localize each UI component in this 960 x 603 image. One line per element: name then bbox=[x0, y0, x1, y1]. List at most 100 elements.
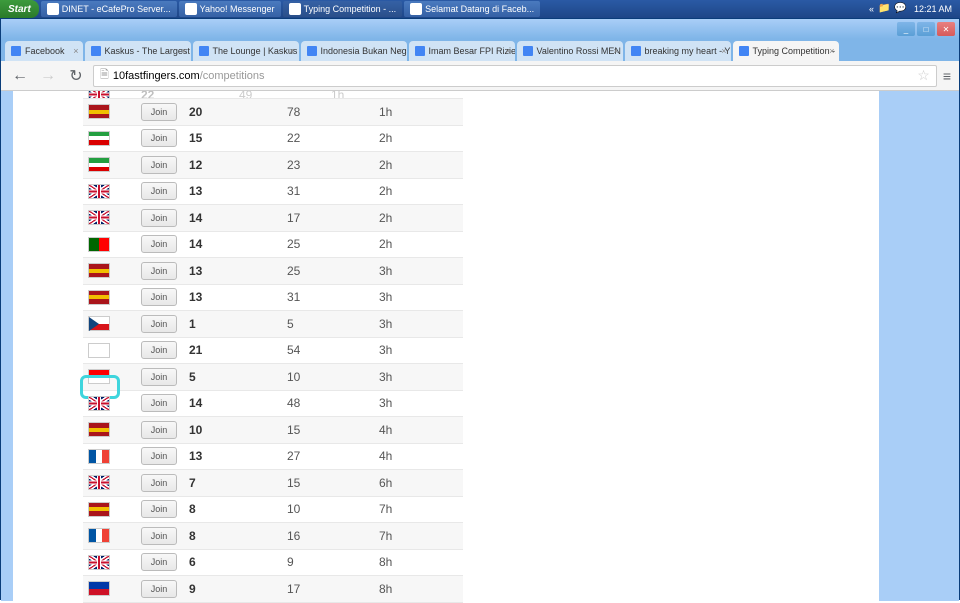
time-value: 3h bbox=[379, 343, 429, 357]
url-bar[interactable]: 🗎 10fastfingers.com/competitions ☆ bbox=[93, 65, 937, 87]
browser-tab[interactable]: The Lounge | Kaskus× bbox=[193, 41, 299, 61]
join-button[interactable]: Join bbox=[141, 394, 177, 412]
back-button[interactable]: ← bbox=[9, 65, 31, 87]
window-titlebar[interactable]: _ □ ✕ bbox=[1, 19, 959, 39]
time-value: 2h bbox=[379, 158, 429, 172]
uk-flag-icon bbox=[88, 210, 110, 225]
taskbar-label: Selamat Datang di Faceb... bbox=[425, 4, 534, 14]
app-icon bbox=[410, 3, 422, 15]
join-button[interactable]: Join bbox=[141, 421, 177, 439]
chrome-window: _ □ ✕ Facebook×Kaskus - The Largest×The … bbox=[0, 18, 960, 600]
join-button[interactable]: Join bbox=[141, 182, 177, 200]
flag-cell bbox=[83, 581, 141, 596]
tab-close-icon[interactable]: × bbox=[73, 46, 78, 56]
participants-value: 13 bbox=[189, 264, 287, 278]
join-cell: Join bbox=[141, 103, 189, 121]
competition-row: Join20781h bbox=[83, 99, 463, 126]
competition-row: Join10154h bbox=[83, 417, 463, 444]
tests-value: 22 bbox=[287, 131, 379, 145]
es-flag-icon bbox=[88, 263, 110, 278]
join-button[interactable]: Join bbox=[141, 500, 177, 518]
tab-close-icon[interactable]: × bbox=[613, 46, 618, 56]
join-cell: Join bbox=[141, 235, 189, 253]
participants-value: 6 bbox=[189, 555, 287, 569]
es-flag-icon bbox=[88, 422, 110, 437]
chrome-menu-icon[interactable]: ≡ bbox=[943, 68, 951, 84]
join-button[interactable]: Join bbox=[141, 447, 177, 465]
tests-value: 15 bbox=[287, 423, 379, 437]
maximize-button[interactable]: □ bbox=[917, 22, 935, 36]
flag-cell bbox=[83, 396, 141, 411]
competition-row: Join14483h bbox=[83, 391, 463, 418]
forward-button[interactable]: → bbox=[37, 65, 59, 87]
join-button[interactable]: Join bbox=[141, 288, 177, 306]
join-button[interactable]: Join bbox=[141, 315, 177, 333]
join-cell: Join bbox=[141, 527, 189, 545]
join-button[interactable]: Join bbox=[141, 553, 177, 571]
tray-expand-icon[interactable]: « bbox=[869, 4, 874, 14]
browser-tab[interactable]: Imam Besar FPI Rizie× bbox=[409, 41, 515, 61]
start-button[interactable]: Start bbox=[0, 0, 39, 18]
tray-icon[interactable]: 📁 bbox=[878, 3, 890, 15]
join-button[interactable]: Join bbox=[141, 527, 177, 545]
browser-tab[interactable]: Valentino Rossi MEN× bbox=[517, 41, 623, 61]
join-button[interactable]: Join bbox=[141, 156, 177, 174]
taskbar-item[interactable]: Yahoo! Messenger bbox=[179, 1, 281, 17]
competition-row: Join12232h bbox=[83, 152, 463, 179]
taskbar-label: Typing Competition - ... bbox=[304, 4, 397, 14]
join-cell: Join bbox=[141, 288, 189, 306]
competition-row: Join22491h bbox=[83, 91, 463, 99]
join-button[interactable]: Join bbox=[141, 580, 177, 598]
tab-label: The Lounge | Kaskus bbox=[213, 46, 298, 56]
join-button[interactable]: Join bbox=[141, 262, 177, 280]
time-value: 4h bbox=[379, 423, 429, 437]
join-button[interactable]: Join bbox=[141, 129, 177, 147]
taskbar-item[interactable]: DINET - eCafePro Server... bbox=[41, 1, 177, 17]
chrome-toolbar: ← → ↻ 🗎 10fastfingers.com/competitions ☆… bbox=[1, 61, 959, 91]
flag-cell bbox=[83, 104, 141, 119]
join-button[interactable]: Join bbox=[141, 474, 177, 492]
page-icon: 🗎 bbox=[100, 66, 109, 85]
time-value: 3h bbox=[379, 264, 429, 278]
join-button[interactable]: Join bbox=[141, 103, 177, 121]
tests-value: 16 bbox=[287, 529, 379, 543]
join-button[interactable]: Join bbox=[141, 235, 177, 253]
join-cell: Join bbox=[141, 474, 189, 492]
browser-tab[interactable]: breaking my heart - Y× bbox=[625, 41, 731, 61]
reload-button[interactable]: ↻ bbox=[65, 65, 87, 87]
taskbar-item[interactable]: Selamat Datang di Faceb... bbox=[404, 1, 540, 17]
tab-close-icon[interactable]: × bbox=[829, 46, 834, 56]
join-cell: Join bbox=[141, 447, 189, 465]
tab-close-icon[interactable]: × bbox=[181, 46, 186, 56]
flag-cell bbox=[83, 131, 141, 146]
flag-cell bbox=[83, 210, 141, 225]
browser-tab[interactable]: Facebook× bbox=[5, 41, 83, 61]
join-button[interactable]: Join bbox=[141, 341, 177, 359]
browser-tab[interactable]: Indonesia Bukan Neg× bbox=[301, 41, 407, 61]
bookmark-icon[interactable]: ☆ bbox=[917, 67, 930, 84]
tab-close-icon[interactable]: × bbox=[505, 46, 510, 56]
cz-flag-icon bbox=[88, 316, 110, 331]
ir-flag-icon bbox=[88, 131, 110, 146]
participants-value: 15 bbox=[189, 131, 287, 145]
tab-close-icon[interactable]: × bbox=[721, 46, 726, 56]
join-cell: Join bbox=[141, 500, 189, 518]
tab-close-icon[interactable]: × bbox=[289, 46, 294, 56]
participants-value: 13 bbox=[189, 290, 287, 304]
join-button[interactable]: Join bbox=[141, 368, 177, 386]
tray-icon[interactable]: 💬 bbox=[894, 3, 906, 15]
page-content: Join22491hJoin20781hJoin15222hJoin12232h… bbox=[1, 91, 959, 601]
browser-tab[interactable]: Typing Competition -× bbox=[733, 41, 839, 61]
taskbar-item[interactable]: Typing Competition - ... bbox=[283, 1, 403, 17]
flag-cell bbox=[83, 263, 141, 278]
time-value: 2h bbox=[379, 211, 429, 225]
browser-tab[interactable]: Kaskus - The Largest× bbox=[85, 41, 191, 61]
tests-value: 49 bbox=[239, 91, 331, 99]
tab-close-icon[interactable]: × bbox=[397, 46, 402, 56]
minimize-button[interactable]: _ bbox=[897, 22, 915, 36]
competition-row: Join14172h bbox=[83, 205, 463, 232]
join-button[interactable]: Join bbox=[141, 209, 177, 227]
flag-cell bbox=[83, 237, 141, 252]
close-button[interactable]: ✕ bbox=[937, 22, 955, 36]
competition-row: Join698h bbox=[83, 550, 463, 577]
